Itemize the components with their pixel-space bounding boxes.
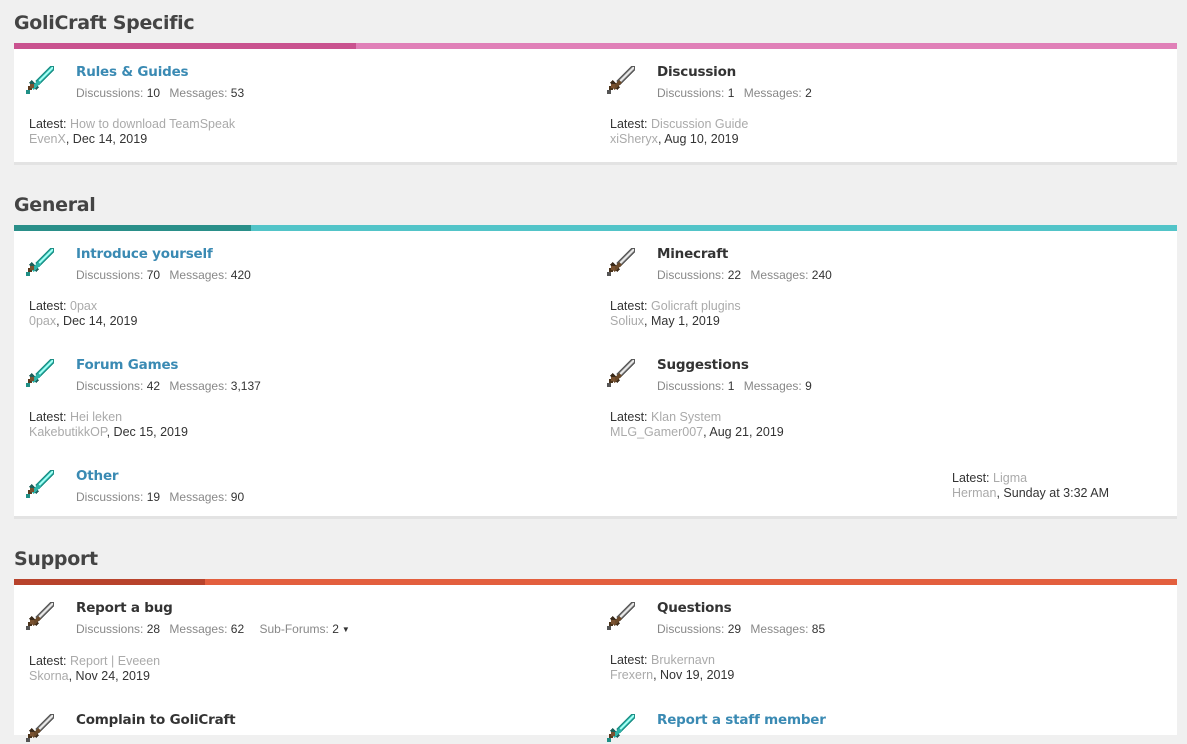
diamond-sword-icon <box>24 64 56 96</box>
latest-user-link[interactable]: Skorna <box>29 669 69 683</box>
iron-sword-icon <box>605 246 637 278</box>
latest-thread-link[interactable]: Discussion Guide <box>651 117 748 131</box>
forum-stats: Discussions: 70 Messages: 420 <box>76 268 251 282</box>
caret-down-icon: ▼ <box>341 625 350 634</box>
category-node-list: Introduce yourself Discussions: 70 Messa… <box>14 231 1177 519</box>
category-title[interactable]: GoliCraft Specific <box>14 12 1177 34</box>
latest-thread-link[interactable]: Hei leken <box>70 410 122 424</box>
category-title[interactable]: General <box>14 194 1177 216</box>
latest-user-link[interactable]: Soliux <box>610 314 644 328</box>
latest-post: Latest: Brukernavn Frexern, Nov 19, 2019 <box>610 653 735 682</box>
latest-user-link[interactable]: MLG_Gamer007 <box>610 425 703 439</box>
forum-stats: Discussions: 28 Messages: 62 Sub-Forums:… <box>76 622 350 636</box>
category-support: Support Report a bug Discussions: 28 Mes… <box>14 548 1177 735</box>
latest-user-link[interactable]: xiSheryx <box>610 132 658 146</box>
forum-stats: Discussions: 1 Messages: 9 <box>657 379 812 393</box>
iron-sword-icon <box>605 600 637 632</box>
latest-post: Latest: Report | Eveeen Skorna, Nov 24, … <box>29 654 161 683</box>
category-title[interactable]: Support <box>14 548 1177 570</box>
category-general: General Introduce yourself Discussions: … <box>14 194 1177 519</box>
forum-title-link[interactable]: Complain to GoliCraft <box>76 712 236 728</box>
latest-post: Latest: Klan System MLG_Gamer007, Aug 21… <box>610 410 784 439</box>
diamond-sword-icon <box>24 357 56 389</box>
latest-post: Latest: 0pax 0pax, Dec 14, 2019 <box>29 299 138 328</box>
iron-sword-icon <box>24 600 56 632</box>
forum-stats: Discussions: 1 Messages: 2 <box>657 86 812 100</box>
forum-title-link[interactable]: Other <box>76 468 119 484</box>
diamond-sword-icon <box>24 246 56 278</box>
forum-stats: Discussions: 29 Messages: 85 <box>657 622 826 636</box>
forum-title-link[interactable]: Report a bug <box>76 600 173 616</box>
latest-thread-link[interactable]: Brukernavn <box>651 653 715 667</box>
latest-user-link[interactable]: Herman <box>952 486 996 500</box>
latest-post: Latest: Hei leken KakebutikkOP, Dec 15, … <box>29 410 188 439</box>
latest-user-link[interactable]: EvenX <box>29 132 66 146</box>
latest-thread-link[interactable]: How to download TeamSpeak <box>70 117 235 131</box>
forum-stats: Discussions: 42 Messages: 3,137 <box>76 379 261 393</box>
forum-title-link[interactable]: Introduce yourself <box>76 246 213 262</box>
latest-user-link[interactable]: 0pax <box>29 314 56 328</box>
forum-title-link[interactable]: Rules & Guides <box>76 64 189 80</box>
forum-stats: Discussions: 19 Messages: 90 <box>76 490 245 504</box>
diamond-sword-icon <box>605 712 637 744</box>
latest-thread-link[interactable]: Ligma <box>993 471 1027 485</box>
latest-thread-link[interactable]: Report | Eveeen <box>70 654 160 668</box>
diamond-sword-icon <box>24 468 56 500</box>
forum-stats: Discussions: 10 Messages: 53 <box>76 86 245 100</box>
latest-post: Latest: Ligma Herman, Sunday at 3:32 AM <box>952 471 1110 500</box>
forum-title-link[interactable]: Forum Games <box>76 357 178 373</box>
forum-title-link[interactable]: Suggestions <box>657 357 749 373</box>
forum-title-link[interactable]: Discussion <box>657 64 736 80</box>
forum-stats: Discussions: 22 Messages: 240 <box>657 268 832 282</box>
iron-sword-icon <box>605 357 637 389</box>
latest-post: Latest: Golicraft plugins Soliux, May 1,… <box>610 299 741 328</box>
latest-post: Latest: How to download TeamSpeak EvenX,… <box>29 117 236 146</box>
category-node-list: Rules & Guides Discussions: 10 Messages:… <box>14 49 1177 165</box>
latest-post: Latest: Discussion Guide xiSheryx, Aug 1… <box>610 117 749 146</box>
iron-sword-icon <box>605 64 637 96</box>
forum-title-link[interactable]: Questions <box>657 600 732 616</box>
latest-thread-link[interactable]: Golicraft plugins <box>651 299 741 313</box>
category-node-list: Report a bug Discussions: 28 Messages: 6… <box>14 585 1177 735</box>
forum-title-link[interactable]: Report a staff member <box>657 712 826 728</box>
latest-user-link[interactable]: KakebutikkOP <box>29 425 107 439</box>
latest-thread-link[interactable]: Klan System <box>651 410 721 424</box>
latest-thread-link[interactable]: 0pax <box>70 299 97 313</box>
iron-sword-icon <box>24 712 56 744</box>
category-golicraft-specific: GoliCraft Specific Rules & Guides Discus… <box>14 12 1177 165</box>
forum-title-link[interactable]: Minecraft <box>657 246 728 262</box>
subforums-toggle[interactable]: Sub-Forums: 2 ▼ <box>259 622 349 636</box>
latest-user-link[interactable]: Frexern <box>610 668 653 682</box>
